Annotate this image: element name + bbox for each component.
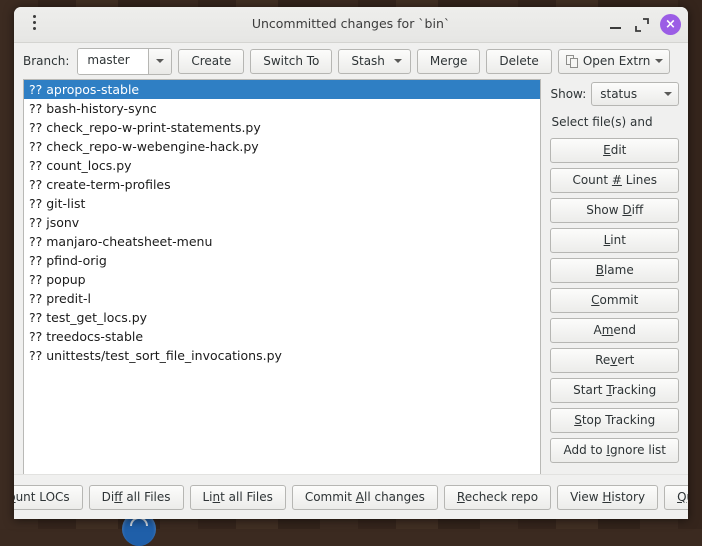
list-item[interactable]: ?? popup [24,270,540,289]
list-item[interactable]: ?? test_get_locs.py [24,308,540,327]
recheck-repo-button[interactable]: Recheck repo [444,485,551,510]
restore-icon [635,18,649,32]
list-item[interactable]: ?? count_locs.py [24,156,540,175]
amend-button[interactable]: Amend [550,318,679,343]
page-title: Uncommitted changes for `bin` [14,16,688,31]
view-history-button[interactable]: View History [557,485,658,510]
toolbar: Branch: master Create Switch To Stash Me… [14,43,688,79]
branch-value[interactable]: master [78,49,148,74]
branch-combobox[interactable]: master [77,48,172,75]
main-content: ?? apropos-stable?? bash-history-sync?? … [14,79,688,483]
lint-button[interactable]: Lint [550,228,679,253]
list-item[interactable]: ?? pfind-orig [24,251,540,270]
commit-all-changes-button[interactable]: Commit All changes [292,485,438,510]
title-bar: Uncommitted changes for `bin` × [14,7,688,43]
stop-tracking-button[interactable]: Stop Tracking [550,408,679,433]
branch-dropdown-arrow[interactable] [148,49,171,74]
list-item[interactable]: ?? unittests/test_sort_file_invocations.… [24,346,540,365]
side-panel: Show: status Select file(s) and Edit Coun… [550,79,679,483]
stash-button[interactable]: Stash [338,49,411,74]
chevron-down-icon [394,59,402,63]
show-filter-row: Show: status [550,81,679,107]
chevron-down-icon [664,92,672,96]
select-files-hint: Select file(s) and [551,115,679,129]
list-item[interactable]: ?? treedocs-stable [24,327,540,346]
application-window: Uncommitted changes for `bin` × Branch: … [14,7,688,519]
list-item[interactable]: ?? predit-l [24,289,540,308]
show-diff-button[interactable]: Show Diff [550,198,679,223]
file-list[interactable]: ?? apropos-stable?? bash-history-sync?? … [23,79,541,483]
open-external-button[interactable]: Open Extrn [558,49,671,74]
list-item[interactable]: ?? apropos-stable [24,80,540,99]
list-item[interactable]: ?? git-list [24,194,540,213]
show-combobox[interactable]: status [591,82,679,106]
quit-button[interactable]: Quit [664,485,688,510]
diff-all-files-button[interactable]: Diff all Files [89,485,184,510]
copy-windows-icon [566,55,578,68]
create-button[interactable]: Create [178,49,244,74]
chevron-down-icon [655,59,663,63]
list-item[interactable]: ?? bash-history-sync [24,99,540,118]
side-action-buttons: Edit Count # Lines Show Diff Lint Blame Commi… [550,138,679,468]
open-external-label: Open Extrn [583,50,651,73]
count-locs-button[interactable]: Count LOCs [14,485,83,510]
add-to-ignore-list-button[interactable]: Add to Ignore list [550,438,679,463]
list-item[interactable]: ?? create-term-profiles [24,175,540,194]
branch-label: Branch: [23,54,69,68]
edit-button[interactable]: Edit [550,138,679,163]
three-dots-vertical-icon[interactable] [24,15,44,35]
list-item[interactable]: ?? check_repo-w-print-statements.py [24,118,540,137]
stash-button-label: Stash [351,50,385,73]
switch-to-button[interactable]: Switch To [250,49,332,74]
commit-button[interactable]: Commit [550,288,679,313]
list-item[interactable]: ?? check_repo-w-webengine-hack.py [24,137,540,156]
merge-button[interactable]: Merge [417,49,480,74]
list-item[interactable]: ?? manjaro-cheatsheet-menu [24,232,540,251]
minimize-button[interactable] [606,15,626,35]
close-button[interactable]: × [660,14,681,35]
lint-all-files-button[interactable]: Lint all Files [190,485,286,510]
start-tracking-button[interactable]: Start Tracking [550,378,679,403]
bottom-button-bar: Count LOCsDiff all FilesLint all FilesCo… [14,474,688,519]
show-value: status [600,87,637,101]
delete-button[interactable]: Delete [486,49,551,74]
blame-button[interactable]: Blame [550,258,679,283]
show-label: Show: [550,87,586,101]
count-lines-button[interactable]: Count # Lines [550,168,679,193]
list-item[interactable]: ?? jsonv [24,213,540,232]
maximize-button[interactable] [632,15,652,35]
revert-button[interactable]: Revert [550,348,679,373]
